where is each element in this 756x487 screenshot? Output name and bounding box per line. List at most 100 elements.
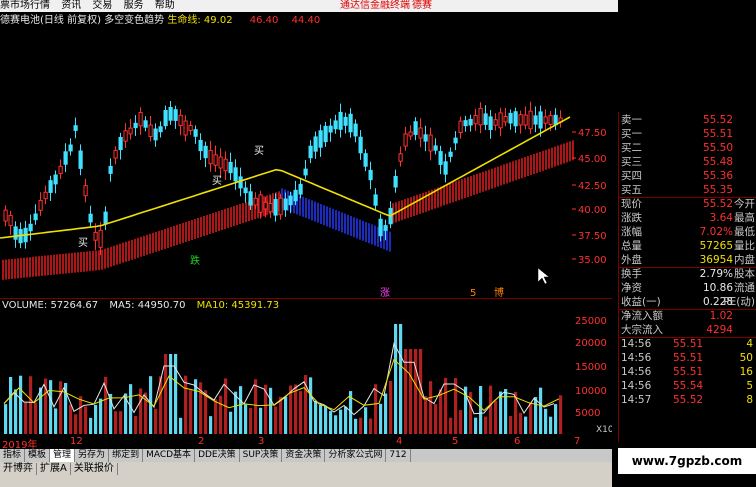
band-segment [566,142,568,163]
tick-volume: 5 [746,380,753,392]
quote-label-secondary: 最低 [734,226,755,238]
band-segment [302,196,304,217]
volume-bar [244,404,248,434]
tick-price: 55.54 [673,380,704,392]
band-segment [467,177,469,198]
tab-1[interactable]: 模板 [25,449,51,462]
tab-10[interactable]: 712 [386,449,411,462]
candle-body [158,126,163,133]
tick-row: 14:56 55.51 4 [621,338,755,350]
bottom-button-0[interactable]: 开博弈 [0,463,37,475]
candle-body [213,154,218,166]
volume-bar [324,405,328,434]
band-segment [533,154,535,174]
quote-label: 卖一 [621,114,642,126]
band-segment [317,202,319,223]
band-segment [98,250,100,271]
price-tick: 45.00 [578,154,607,165]
tab-8[interactable]: 资金决策 [282,449,326,462]
band-segment [143,235,145,256]
quote-row: 买二 55.50 [621,142,755,154]
band-segment [185,221,187,242]
candle-body [373,194,378,206]
band-segment [497,166,499,187]
band-segment [134,238,136,259]
volume-bar [449,417,453,434]
volume-bar [434,404,438,434]
candle-body [343,116,348,126]
tab-4[interactable]: 绑定到 [109,449,144,462]
band-segment [44,255,46,276]
candlestick-chart[interactable]: 47.50 45.00 42.50 40.00 37.50 35.00 跌 涨 5 博 买… [0,28,612,298]
volume-bar [309,377,313,434]
candle-body [473,114,478,125]
bottom-button-2[interactable]: 关联报价 [71,463,118,475]
band-segment [50,255,52,275]
band-segment [215,212,217,233]
band-segment [518,159,520,180]
volume-chart[interactable]: 25000 20000 15000 10000 5000 X10 [0,300,612,435]
band-segment [23,257,25,278]
band-segment [416,194,418,215]
volume-bar [34,402,38,434]
band-segment [137,237,139,258]
quote-value: 55.35 [702,184,733,196]
band-segment [491,168,493,189]
tab-3[interactable]: 另存为 [75,449,110,462]
band-segment [455,181,457,202]
tab-6[interactable]: DDE决策 [195,449,240,462]
band-segment [305,198,307,218]
tab-5[interactable]: MACD基本 [143,449,196,462]
band-segment [407,198,409,219]
band-segment [164,228,166,249]
candle-body [383,225,388,231]
menu-trade[interactable]: 交易 [92,0,112,11]
band-segment [101,249,103,270]
band-segment [95,250,97,271]
volume-bar [254,379,258,434]
quote-label: 买三 [621,156,642,168]
tab-0[interactable]: 指标 [0,449,26,462]
menu-market[interactable]: 票市场行情 [0,0,50,11]
menu-service[interactable]: 服务 [124,0,144,11]
band-segment [173,225,175,246]
volume-bar [399,324,403,434]
menu-info[interactable]: 资讯 [61,0,81,11]
quote-label-secondary: 今开 [734,198,755,210]
band-segment [62,253,64,274]
tab-9[interactable]: 分析家公式网 [325,449,387,462]
candle-body [378,218,383,237]
candle-body [518,114,523,126]
band-segment [140,236,142,257]
volume-bar [79,396,83,434]
candle-body [53,174,58,185]
band-segment [473,174,475,195]
candle-body [123,130,128,142]
tab-7[interactable]: SUP决策 [240,449,283,462]
candle-body [243,187,248,194]
tab-2[interactable]: 管理 [50,449,76,462]
tick-price: 55.51 [673,338,704,350]
band-segment [464,178,466,199]
candle-body [423,134,428,142]
band-segment [503,164,505,185]
volume-bar [14,389,18,434]
band-segment [527,156,529,177]
volume-bar [429,381,433,434]
band-segment [365,222,367,242]
candle-body [73,125,78,131]
band-segment [338,211,340,232]
candle-body [28,223,33,232]
candle-body [508,112,513,124]
volume-bar [49,380,53,434]
band-segment [347,214,349,235]
menu-help[interactable]: 帮助 [155,0,175,11]
band-segment [176,224,178,245]
volume-bar [524,416,528,434]
quote-value: 36954 [699,254,733,266]
quote-value: 1.02 [709,310,733,322]
bottom-button-1[interactable]: 扩展A [37,463,71,475]
candle-body [193,129,198,137]
band-segment [389,231,391,252]
band-segment [461,179,463,200]
